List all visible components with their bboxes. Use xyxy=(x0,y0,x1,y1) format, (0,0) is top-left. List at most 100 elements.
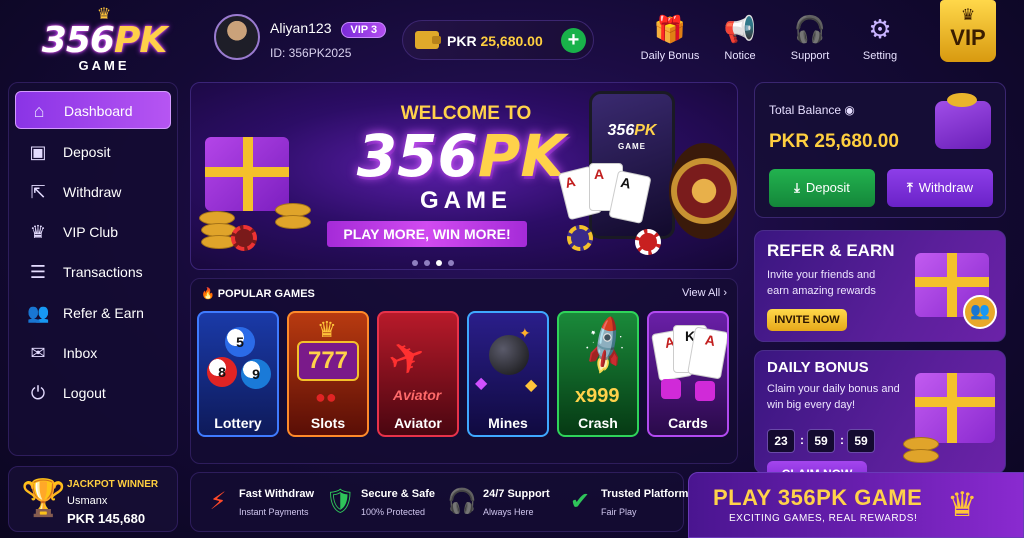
popular-games-panel: 🔥 POPULAR GAMES View All › 5 8 9 Lottery … xyxy=(190,278,738,464)
sidebar-item-transactions[interactable]: ☰ Transactions xyxy=(15,253,171,291)
gift-box-image xyxy=(915,373,995,443)
sidebar-item-dashboard[interactable]: ⌂ Dashboard xyxy=(15,91,171,129)
add-funds-button[interactable]: + xyxy=(561,28,586,53)
feature-secure-safe: 🛡 Secure & Safe 100% Protected xyxy=(325,488,435,517)
avatar[interactable] xyxy=(214,14,260,60)
slot-machine-image: 777 ♛ ●● xyxy=(289,313,367,413)
megaphone-icon: 📢 xyxy=(723,14,757,44)
jackpot-winner-card: 🏆 JACKPOT WINNER Usmanx PKR 145,680 xyxy=(8,466,178,532)
home-icon: ⌂ xyxy=(33,101,45,121)
crown-icon: ♛ xyxy=(947,486,978,524)
roulette-wheel xyxy=(669,143,737,239)
vip-badge[interactable]: ♛ VIP xyxy=(940,0,996,62)
jackpot-winner-name: Usmanx xyxy=(67,495,108,507)
features-strip: ⚡ Fast Withdraw Instant Payments 🛡 Secur… xyxy=(190,472,688,532)
user-id: ID: 356PK2025 xyxy=(270,46,352,60)
wallet-icon xyxy=(415,31,441,49)
user-profile[interactable]: Aliyan123 VIP 3 ID: 356PK2025 xyxy=(214,14,387,66)
cards-dice-image: A K A xyxy=(649,313,727,413)
users-icon: 👥 xyxy=(27,303,50,323)
gift-icon: 🎁 xyxy=(653,14,687,44)
banner-ribbon: PLAY MORE, WIN MORE! xyxy=(327,221,527,247)
logo-wordmark: 356PK xyxy=(41,20,167,61)
balance-amount: PKR 25,680.00 xyxy=(769,131,899,152)
game-tile-aviator[interactable]: ✈ Aviator Aviator xyxy=(377,311,459,437)
withdraw-button[interactable]: ⤒ Withdraw xyxy=(887,169,993,207)
total-balance-card: Total Balance ◉ PKR 25,680.00 ⤓ Deposit ⤒… xyxy=(754,82,1006,218)
invite-now-button[interactable]: INVITE NOW xyxy=(767,309,847,331)
upload-icon: ⤒ xyxy=(907,180,913,195)
feature-fast-withdraw: ⚡ Fast Withdraw Instant Payments xyxy=(203,485,315,521)
sidebar-item-inbox[interactable]: ✉ Inbox xyxy=(15,334,171,372)
balance-label: Total Balance xyxy=(769,103,842,117)
gift-box-image xyxy=(205,137,289,211)
countdown-timer: 23 : 59 : 59 xyxy=(767,429,875,453)
sidebar-item-deposit[interactable]: ▣ Deposit xyxy=(15,133,171,171)
game-tile-mines[interactable]: ✦ ◆ ◆ Mines xyxy=(467,311,549,437)
headset-icon: 🎧 xyxy=(793,14,827,44)
game-tile-lottery[interactable]: 5 8 9 Lottery xyxy=(197,311,279,437)
refer-description: Invite your friends and earn amazing rew… xyxy=(767,269,876,297)
jackpot-amount: PKR 145,680 xyxy=(67,511,146,526)
username: Aliyan123 xyxy=(270,20,332,36)
sidebar: ⌂ Dashboard ▣ Deposit ⇱ Withdraw ♛ VIP C… xyxy=(8,82,178,456)
wallet-icon: ▣ xyxy=(29,142,47,162)
carousel-dot[interactable] xyxy=(412,260,418,266)
wallet-amount: PKR 25,680.00 xyxy=(447,33,543,49)
play-banner-title: PLAY 356PK GAME xyxy=(713,485,923,510)
check-circle-icon: ✔ xyxy=(569,488,591,515)
withdraw-icon: ⇱ xyxy=(30,182,46,202)
casino-chip xyxy=(231,225,257,251)
banner-subtitle: GAME xyxy=(420,187,512,214)
game-tile-cards[interactable]: A K A Cards xyxy=(647,311,729,437)
welcome-banner[interactable]: WELCOME TO 356PK GAME PLAY MORE, WIN MOR… xyxy=(190,82,738,270)
daily-bonus-card[interactable]: DAILY BONUS Claim your daily bonus and w… xyxy=(754,350,1006,474)
download-icon: ⤓ xyxy=(794,180,800,195)
fire-icon: 🔥 xyxy=(201,288,215,300)
refer-title: REFER & EARN xyxy=(767,241,895,260)
crown-icon: ♛ xyxy=(960,7,976,24)
game-tile-crash[interactable]: 🚀 x999 Crash xyxy=(557,311,639,437)
wallet-icon xyxy=(935,93,991,149)
gear-icon: ⚙ xyxy=(868,14,892,44)
lightning-icon: ⚡ xyxy=(209,488,227,515)
notice-button[interactable]: 📢 Notice xyxy=(704,14,776,70)
view-all-link[interactable]: View All › xyxy=(682,287,727,299)
vip-level-badge: VIP 3 xyxy=(341,22,387,38)
mail-icon: ✉ xyxy=(30,343,46,363)
sidebar-item-logout[interactable]: ⏻ Logout xyxy=(15,374,171,412)
sidebar-item-withdraw[interactable]: ⇱ Withdraw xyxy=(15,173,171,211)
game-tile-slots[interactable]: 777 ♛ ●● Slots xyxy=(287,311,369,437)
feature-trusted-platform: ✔ Trusted Platform Fair Play xyxy=(565,485,688,521)
carousel-dot[interactable] xyxy=(424,260,430,266)
setting-button[interactable]: ⚙ Setting xyxy=(844,14,916,70)
feature-support: 🎧 24/7 Support Always Here xyxy=(447,488,550,517)
carousel-dot-active[interactable] xyxy=(436,260,442,266)
wallet-balance[interactable]: PKR 25,680.00 + xyxy=(402,20,594,60)
brand-logo[interactable]: ♛ 356PK GAME xyxy=(18,7,190,78)
crown-icon: ♛ xyxy=(29,222,47,242)
play-promo-banner[interactable]: PLAY 356PK GAME EXCITING GAMES, REAL REW… xyxy=(688,472,1024,538)
section-title: POPULAR GAMES xyxy=(217,288,315,300)
lottery-balls-image: 5 8 9 xyxy=(199,313,277,413)
sidebar-item-refer-earn[interactable]: 👥 Refer & Earn xyxy=(15,294,171,332)
support-button[interactable]: 🎧 Support xyxy=(774,14,846,70)
sidebar-item-vip-club[interactable]: ♛ VIP Club xyxy=(15,213,171,251)
trophy-icon: 🏆 xyxy=(21,477,66,518)
daily-bonus-button[interactable]: 🎁 Daily Bonus xyxy=(634,14,706,70)
refer-earn-card[interactable]: REFER & EARN Invite your friends and ear… xyxy=(754,230,1006,342)
eye-icon[interactable]: ◉ xyxy=(844,103,854,117)
power-icon: ⏻ xyxy=(30,383,46,403)
airplane-image: ✈ Aviator xyxy=(381,329,442,403)
daily-bonus-title: DAILY BONUS xyxy=(767,359,869,376)
daily-bonus-description: Claim your daily bonus and win big every… xyxy=(767,383,900,411)
deposit-button[interactable]: ⤓ Deposit xyxy=(769,169,875,207)
bomb-image: ✦ ◆ ◆ xyxy=(475,325,538,394)
carousel-dots[interactable] xyxy=(409,253,457,269)
headset-icon: 🎧 xyxy=(447,488,477,515)
rocket-image: 🚀 x999 xyxy=(573,314,639,407)
carousel-dot[interactable] xyxy=(448,260,454,266)
users-icon: 👥 xyxy=(963,295,997,329)
shield-check-icon: 🛡 xyxy=(325,488,356,515)
receipt-icon: ☰ xyxy=(29,262,47,282)
